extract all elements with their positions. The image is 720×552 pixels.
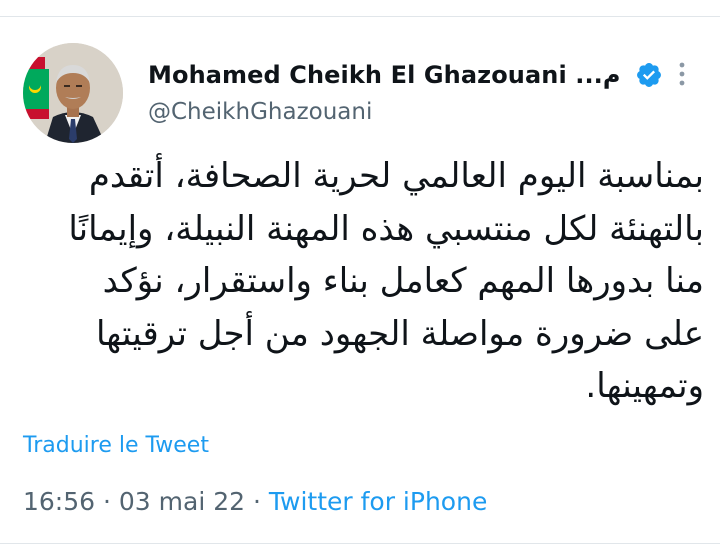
tweet-line: منا بدورها المهم كعامل بناء واستقرار، نؤ… xyxy=(102,261,704,301)
tweet-line: بمناسبة اليوم العالمي لحرية الصحافة، أتق… xyxy=(88,156,704,196)
tweet-line: وتمهينها. xyxy=(585,366,704,406)
top-divider xyxy=(0,16,720,17)
avatar[interactable] xyxy=(23,43,123,143)
author-name-row[interactable]: Mohamed Cheikh El Ghazouani ...م xyxy=(148,55,663,95)
tweet-line: على ضرورة مواصلة الجهود من أجل ترقيتها xyxy=(95,313,704,354)
tweet-date[interactable]: 03 mai 22 xyxy=(119,487,245,516)
bottom-divider xyxy=(0,543,720,544)
tweet-time[interactable]: 16:56 xyxy=(23,487,95,516)
tweet-line: بالتهنئة لكل منتسبي هذه المهنة النبيلة، … xyxy=(68,208,704,249)
tweet-meta: 16:56 · 03 mai 22 · Twitter for iPhone xyxy=(23,487,487,516)
author-display-name[interactable]: Mohamed Cheikh El Ghazouani ...م xyxy=(148,61,621,89)
avatar-photo xyxy=(23,43,123,143)
verified-badge-icon xyxy=(635,61,663,89)
tweet-text: بمناسبة اليوم العالمي لحرية الصحافة، أتق… xyxy=(20,150,704,413)
meta-separator: · xyxy=(245,487,269,516)
meta-separator: · xyxy=(95,487,119,516)
tweet-source-link[interactable]: Twitter for iPhone xyxy=(269,487,487,516)
translate-tweet-link[interactable]: Traduire le Tweet xyxy=(23,433,209,458)
more-options-icon[interactable] xyxy=(672,60,692,90)
author-handle[interactable]: @CheikhGhazouani xyxy=(148,99,372,125)
